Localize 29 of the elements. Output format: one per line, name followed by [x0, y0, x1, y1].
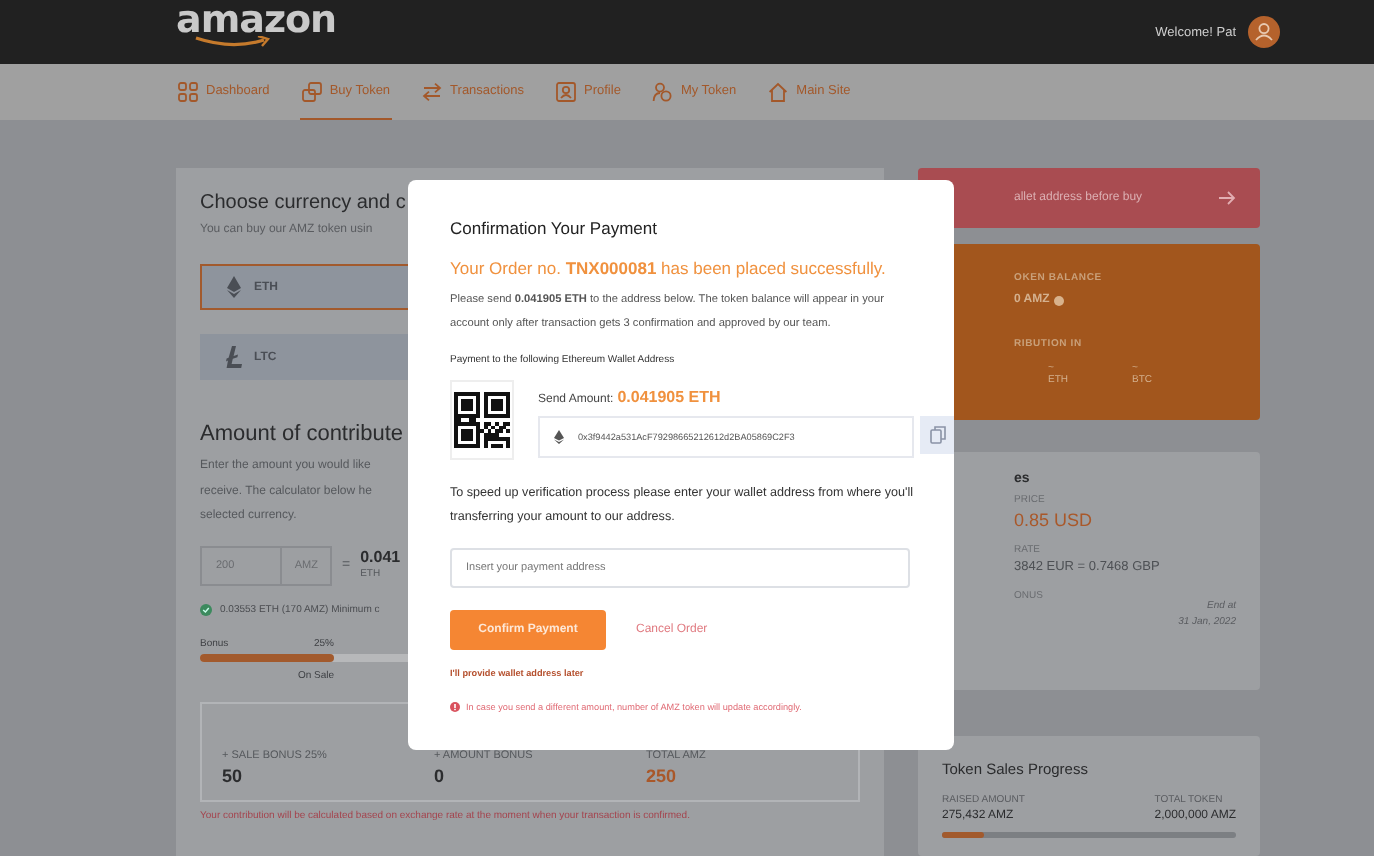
total-value: 0	[434, 765, 447, 785]
nav-icon	[301, 81, 322, 101]
send-amount-value: 0.041905 ETH	[617, 388, 721, 406]
logo-text: amazon	[176, 0, 337, 40]
copy-button[interactable]	[920, 416, 954, 454]
check-circle-icon	[200, 603, 212, 615]
section-title: Choose currency and c	[200, 192, 406, 214]
eth-icon	[554, 430, 564, 444]
nav-icon	[652, 81, 673, 101]
token-price: 0.85 USD	[1014, 510, 1095, 530]
copy-icon	[929, 426, 945, 444]
nav-icon	[556, 81, 577, 101]
coin-icon	[226, 346, 242, 368]
coin-icon	[226, 276, 242, 298]
avatar-icon	[1248, 16, 1280, 48]
nav-icon	[768, 81, 789, 101]
section-title: Amount of contribute	[200, 422, 404, 446]
dialog-title: Confirmation Your Payment	[450, 218, 659, 238]
order-message: Your Order no. TNX000081 has been placed successfully.	[450, 258, 888, 278]
result-value: 0.041	[360, 547, 401, 565]
total-value: 50	[222, 765, 245, 785]
qr-code	[450, 380, 514, 460]
smile-arrow-icon	[192, 36, 272, 48]
nav-icon	[422, 81, 443, 101]
arrow-right-icon	[1218, 190, 1236, 206]
alert-icon	[450, 702, 460, 712]
info-icon	[1053, 295, 1064, 305]
nav-icon	[178, 81, 198, 101]
total-value: 250	[646, 765, 679, 785]
